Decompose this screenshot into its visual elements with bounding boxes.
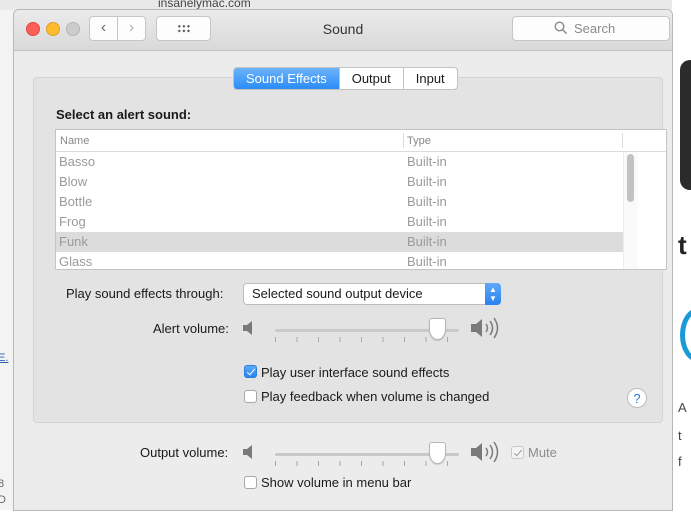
alert-sound-heading: Select an alert sound: bbox=[56, 107, 192, 122]
background-page-bottom bbox=[0, 510, 691, 522]
output-device-value: Selected sound output device bbox=[252, 286, 423, 301]
tab-sound-effects[interactable]: Sound Effects bbox=[234, 68, 339, 89]
column-header-type[interactable]: Type bbox=[407, 135, 431, 147]
mute-checkbox[interactable] bbox=[511, 446, 524, 459]
tab-output[interactable]: Output bbox=[338, 68, 403, 89]
alert-volume-slider[interactable] bbox=[275, 317, 459, 347]
background-url: insanelymac.com bbox=[158, 0, 251, 10]
table-row-selected[interactable]: Funk Built-in bbox=[56, 232, 623, 252]
mute-label: Mute bbox=[528, 445, 557, 460]
ui-sound-effects-label: Play user interface sound effects bbox=[261, 365, 450, 380]
speaker-low-icon bbox=[243, 321, 252, 335]
feedback-volume-label: Play feedback when volume is changed bbox=[261, 389, 490, 404]
scrollbar-thumb[interactable] bbox=[627, 154, 634, 202]
feedback-volume-checkbox[interactable] bbox=[244, 390, 257, 403]
output-volume-label: Output volume: bbox=[140, 445, 229, 460]
output-volume-slider[interactable] bbox=[275, 441, 459, 471]
background-page-right: t A t f bbox=[672, 0, 691, 522]
table-row[interactable]: Glass Built-in bbox=[56, 252, 623, 269]
show-volume-menu-bar-checkbox[interactable] bbox=[244, 476, 257, 489]
ui-sound-effects-checkbox[interactable] bbox=[244, 365, 257, 378]
speaker-low-icon bbox=[243, 445, 252, 459]
output-volume-knob[interactable] bbox=[428, 442, 446, 464]
title-bar: ‹ › Sound Search bbox=[14, 10, 672, 51]
background-browser-bar: insanelymac.com bbox=[0, 0, 691, 10]
updown-arrows-icon: ▲ ▼ bbox=[485, 283, 501, 305]
table-header: Name Type bbox=[56, 130, 666, 152]
alert-sound-table[interactable]: Name Type Basso Built-in Blow Built-in Bot… bbox=[55, 129, 667, 270]
background-page-left: E. 8 D bbox=[0, 352, 9, 506]
table-row[interactable]: Frog Built-in bbox=[56, 212, 623, 232]
tab-input[interactable]: Input bbox=[402, 68, 457, 89]
table-row[interactable]: Blow Built-in bbox=[56, 172, 623, 192]
search-placeholder: Search bbox=[574, 21, 616, 36]
table-scrollbar[interactable] bbox=[623, 152, 638, 269]
tab-bar: Sound Effects Output Input bbox=[233, 67, 458, 90]
search-icon bbox=[554, 21, 568, 35]
output-device-popup[interactable]: Selected sound output device ▲ ▼ bbox=[243, 283, 501, 305]
speaker-high-icon bbox=[471, 317, 499, 339]
help-button[interactable]: ? bbox=[627, 388, 647, 408]
show-volume-menu-bar-label: Show volume in menu bar bbox=[261, 475, 412, 490]
table-row[interactable]: Bottle Built-in bbox=[56, 192, 623, 212]
table-row[interactable]: Basso Built-in bbox=[56, 152, 623, 172]
sound-preferences-window: ‹ › Sound Search Sound Effects Output In… bbox=[14, 10, 672, 510]
background-image bbox=[680, 60, 691, 190]
background-logo bbox=[680, 308, 691, 362]
speaker-high-icon bbox=[471, 441, 499, 463]
column-header-name[interactable]: Name bbox=[60, 135, 89, 147]
alert-volume-label: Alert volume: bbox=[153, 321, 229, 336]
alert-volume-knob[interactable] bbox=[428, 318, 446, 340]
play-through-label: Play sound effects through: bbox=[66, 286, 224, 301]
search-field[interactable]: Search bbox=[512, 16, 670, 41]
